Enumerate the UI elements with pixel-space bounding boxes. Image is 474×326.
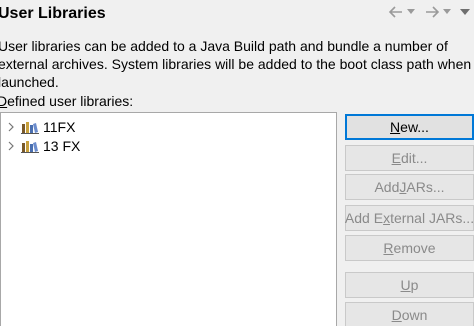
down-button[interactable]: Down — [345, 302, 474, 326]
chevron-right-icon[interactable] — [3, 122, 19, 132]
edit-button[interactable]: Edit... — [345, 145, 474, 171]
library-icon — [21, 120, 39, 134]
button-text: Add — [374, 179, 400, 195]
forward-arrow-icon[interactable] — [422, 3, 442, 21]
library-label: 13 FX — [43, 138, 81, 154]
button-text: emove — [393, 240, 436, 256]
page-header: User Libraries — [0, 0, 474, 28]
button-mnemonic: U — [400, 277, 411, 293]
tree-item-library[interactable]: 11FX — [1, 118, 75, 136]
button-mnemonic: E — [391, 150, 401, 166]
chevron-right-icon[interactable] — [3, 141, 19, 151]
button-mnemonic: D — [391, 307, 402, 323]
button-mnemonic: R — [383, 240, 394, 256]
user-libraries-preference-page: User Libraries User libraries can be add… — [0, 0, 474, 326]
defined-libraries-label: Defined user libraries: — [0, 93, 133, 109]
label-text: efined user libraries: — [7, 93, 134, 109]
button-text: ternal JARs... — [390, 210, 474, 226]
button-text: dit... — [400, 150, 428, 166]
page-description: User libraries can be added to a Java Bu… — [0, 38, 472, 90]
button-text: Add E — [344, 210, 384, 226]
page-title: User Libraries — [0, 5, 106, 22]
tree-item-library[interactable]: 13 FX — [1, 137, 80, 155]
new-button[interactable]: New... — [345, 114, 474, 140]
button-text: ARs... — [406, 179, 445, 195]
remove-button[interactable]: Remove — [345, 235, 474, 261]
button-mnemonic: J — [399, 179, 407, 195]
back-arrow-icon[interactable] — [386, 3, 406, 21]
up-button[interactable]: Up — [345, 272, 474, 298]
chevron-down-icon[interactable] — [442, 3, 452, 21]
chevron-down-icon[interactable] — [406, 3, 416, 21]
button-mnemonic: N — [390, 119, 401, 135]
button-text: p — [410, 277, 419, 293]
library-label: 11FX — [43, 119, 76, 135]
add-external-jars-button[interactable]: Add Ex ternal JARs... — [345, 205, 474, 231]
button-mnemonic: x — [383, 210, 391, 226]
view-menu-icon[interactable] — [458, 3, 472, 21]
library-icon — [21, 139, 39, 153]
add-jars-button[interactable]: Add J ARs... — [345, 174, 474, 200]
user-libraries-tree[interactable]: 11FX 13 FX — [0, 112, 337, 326]
button-text: ew... — [400, 119, 429, 135]
button-text: own — [401, 307, 428, 323]
